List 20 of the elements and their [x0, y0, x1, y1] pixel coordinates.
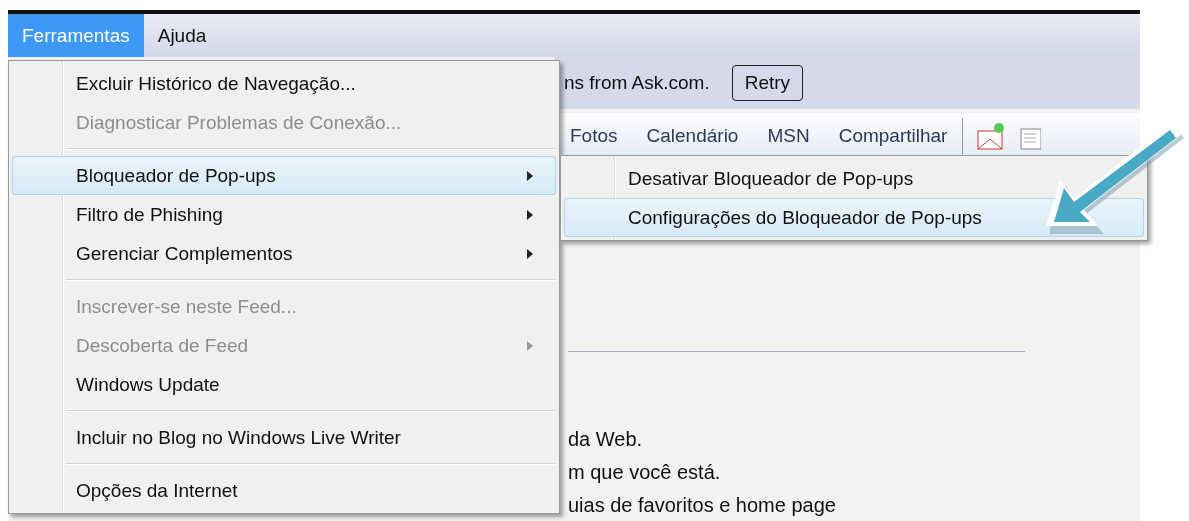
menu-item[interactable]: Opções da Internet [12, 471, 556, 510]
menu-item[interactable]: Excluir Histórico de Navegação... [12, 64, 556, 103]
menu-item[interactable]: Windows Update [12, 365, 556, 404]
toolbar-link[interactable]: Calendário [646, 125, 739, 147]
toolbar-link[interactable]: Fotos [570, 125, 618, 147]
menu-item[interactable]: Incluir no Blog no Windows Live Writer [12, 418, 556, 457]
menu-item[interactable]: Desativar Bloqueador de Pop-ups [564, 159, 1144, 198]
mail-icon[interactable] [976, 121, 1007, 151]
menu-bar-item[interactable]: Ajuda [143, 14, 221, 57]
toolbar-link[interactable]: MSN [767, 125, 810, 147]
body-text: da Web. [568, 428, 644, 450]
retry-button[interactable]: Retry [731, 65, 804, 101]
menu-item[interactable]: Bloqueador de Pop-ups [12, 156, 556, 195]
body-text: uias de favoritos e home page [568, 494, 837, 516]
toolbar-link[interactable]: Compartilhar [838, 125, 948, 147]
menu-item[interactable]: Gerenciar Complementos [12, 234, 556, 273]
information-text: ns from Ask.com. [564, 72, 710, 94]
body-text: m que você está. [568, 461, 722, 483]
menu-item[interactable]: Filtro de Phishing [12, 195, 556, 234]
menu-item[interactable]: Configurações do Bloqueador de Pop-ups [564, 198, 1144, 237]
